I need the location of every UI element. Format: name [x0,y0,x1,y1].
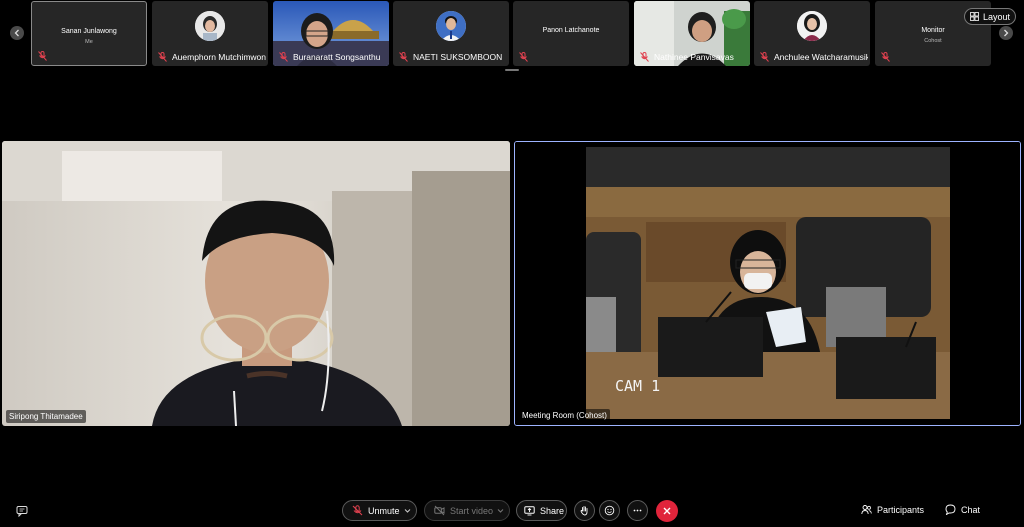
start-video-label: Start video [450,505,494,516]
participant-name-label: Meeting Room (Cohost) [519,409,610,422]
participant-role: Me [85,39,93,45]
main-video-right[interactable]: CAM 1 Meeting Room (Cohost) [514,141,1021,426]
video-off-icon [434,505,445,516]
participant-video: CAM 1 [515,142,1020,425]
more-options-button[interactable] [627,500,648,521]
smiley-icon [604,505,615,516]
participant-tile[interactable]: NAETI SUKSOMBOON [393,1,509,66]
participant-filmstrip: Sanan Junlawong Me Auemphorn Mutchimwong… [0,0,1024,71]
participants-button[interactable]: Participants [861,504,924,515]
reactions-button[interactable] [599,500,620,521]
chat-label: Chat [961,504,981,515]
unmute-button[interactable]: Unmute [342,500,417,521]
participant-tile-self[interactable]: Sanan Junlawong Me [31,1,147,66]
camera-overlay-text: CAM 1 [615,377,660,395]
participants-label: Participants [877,504,925,515]
hand-icon [580,506,588,516]
ellipsis-icon [633,509,642,512]
participant-name: Monitor [921,27,945,34]
mic-muted-icon [881,52,890,62]
mic-muted-icon [640,52,649,62]
raise-hand-button[interactable] [574,500,595,521]
people-icon [861,505,872,515]
layout-grid-icon [970,12,979,21]
mic-muted-icon [279,52,288,62]
participant-name: Auemphorn Mutchimwong [172,52,266,62]
chat-bubble-icon [945,504,956,515]
share-button[interactable]: Share [516,500,567,521]
chevron-right-icon [1004,29,1009,37]
mic-muted-icon [519,52,528,62]
share-screen-icon [524,506,535,516]
chevron-down-icon[interactable] [497,507,504,514]
layout-label: Layout [982,11,1011,22]
mic-muted-icon [399,52,408,62]
participant-name: Panon Latchanote [542,27,600,34]
avatar [797,11,827,41]
participant-tile[interactable]: Auemphorn Mutchimwong [152,1,268,66]
start-video-button[interactable]: Start video [424,500,510,521]
filmstrip-next-button[interactable] [999,26,1013,40]
mic-muted-icon [158,52,167,62]
layout-button[interactable]: Layout [964,8,1016,25]
captions-icon[interactable] [16,505,28,517]
participant-name: Anchulee Watcharamusik [774,52,868,62]
chevron-down-icon[interactable] [404,507,411,514]
meeting-toolbar: Unmute Start video Share Participants Ch… [0,495,1024,525]
filmstrip-prev-button[interactable] [10,26,24,40]
participant-name: Sanan Junlawong [61,28,117,35]
main-video-left[interactable]: Siripong Thitamadee [2,141,510,426]
chevron-left-icon [14,29,19,37]
participant-role: Cohost [924,38,942,44]
close-icon [663,507,671,515]
avatar [436,11,466,41]
avatar [195,11,225,41]
participant-tile[interactable]: Panon Latchanote [513,1,629,66]
filmstrip-resize-handle[interactable] [505,69,519,71]
chat-button[interactable]: Chat [945,504,980,515]
share-label: Share [540,505,565,516]
participant-tile[interactable]: Buranaratt Songsanthu [273,1,389,66]
leave-meeting-button[interactable] [656,500,678,522]
participant-tile[interactable]: Nathinee Panvisavas [634,1,750,66]
participant-video [2,141,510,426]
mic-muted-icon [352,505,363,516]
participant-name: Buranaratt Songsanthu [293,52,381,62]
participant-name: NAETI SUKSOMBOON [413,52,503,62]
participant-name: Nathinee Panvisavas [654,52,734,62]
participant-tile[interactable]: Anchulee Watcharamusik [754,1,870,66]
unmute-label: Unmute [368,505,400,516]
mic-muted-icon [38,51,47,61]
participant-name-label: Siripong Thitamadee [6,410,86,423]
mic-muted-icon [760,52,769,62]
